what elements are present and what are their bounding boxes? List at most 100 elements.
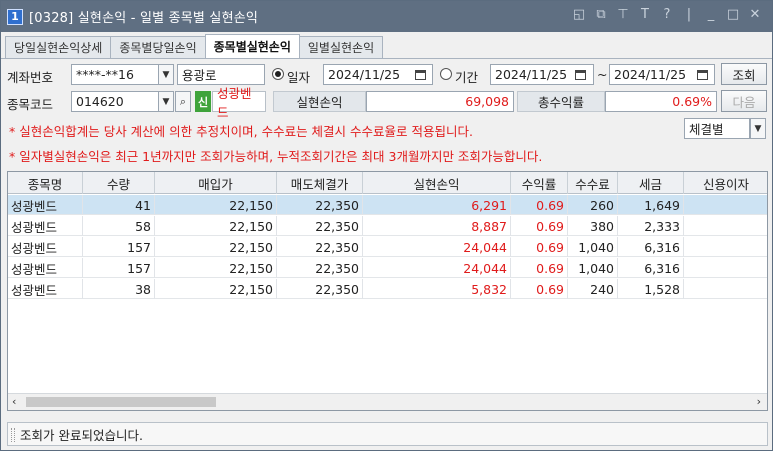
- maximize-icon[interactable]: □: [726, 7, 740, 22]
- cell-credit-interest: [684, 279, 767, 299]
- cell-quantity: 41: [83, 195, 155, 215]
- cell-sell-price: 22,350: [277, 195, 363, 215]
- cell-return-rate: 0.69: [511, 195, 568, 215]
- col-return-rate[interactable]: 수익률: [511, 172, 568, 194]
- radio-period[interactable]: [440, 68, 452, 80]
- cell-return-rate: 0.69: [511, 258, 568, 278]
- stock-search-button[interactable]: ⌕: [175, 91, 191, 112]
- chevron-down-icon: ▼: [162, 69, 170, 80]
- cell-quantity: 157: [83, 258, 155, 278]
- font-icon[interactable]: T: [638, 7, 652, 22]
- note-estimate: * 실현손익합계는 당사 계산에 의한 추정치이며, 수수료는 체결시 수수료율…: [9, 124, 473, 139]
- table-row[interactable]: 성광벤드 58 22,150 22,350 8,887 0.69 380 2,3…: [8, 216, 767, 236]
- radio-period-label: 기간: [455, 70, 479, 85]
- calendar-from-icon[interactable]: [571, 65, 589, 84]
- close-icon[interactable]: ✕: [748, 7, 762, 22]
- cell-stock-name: 성광벤드: [8, 216, 83, 236]
- table-row[interactable]: 성광벤드 41 22,150 22,350 6,291 0.69 260 1,6…: [8, 195, 767, 215]
- cell-return-rate: 0.69: [511, 279, 568, 299]
- cell-return-rate: 0.69: [511, 237, 568, 257]
- cell-stock-name: 성광벤드: [8, 279, 83, 299]
- stock-code-input[interactable]: 014620: [71, 91, 159, 112]
- table-row[interactable]: 성광벤드 157 22,150 22,350 24,044 0.69 1,040…: [8, 237, 767, 257]
- cell-buy-price: 22,150: [155, 279, 277, 299]
- status-bar: 조회가 완료되었습니다.: [7, 422, 768, 446]
- tab-today-by-stock[interactable]: 종목별당일손익: [110, 36, 206, 58]
- cell-realized-pnl: 24,044: [363, 237, 511, 257]
- cell-quantity: 38: [83, 279, 155, 299]
- tab-bar: 당일실현손익상세 종목별당일손익 종목별실현손익 일별실현손익: [5, 34, 384, 58]
- cell-tax: 1,528: [618, 279, 684, 299]
- cell-tax: 6,316: [618, 258, 684, 278]
- col-realized-pnl[interactable]: 실현손익: [363, 172, 511, 194]
- table-row[interactable]: 성광벤드 38 22,150 22,350 5,832 0.69 240 1,5…: [8, 279, 767, 299]
- cell-sell-price: 22,350: [277, 216, 363, 236]
- col-tax[interactable]: 세금: [618, 172, 684, 194]
- col-credit-interest[interactable]: 신용이자: [684, 172, 767, 194]
- pin-icon[interactable]: ⊤: [616, 7, 630, 22]
- search-icon: ⌕: [179, 94, 187, 108]
- window-controls: ◱ ⧉ ⊤ T ? | _ □ ✕: [572, 7, 762, 22]
- cell-credit-interest: [684, 237, 767, 257]
- cell-sell-price: 22,350: [277, 237, 363, 257]
- next-button[interactable]: 다음: [721, 90, 767, 112]
- scroll-left-icon[interactable]: ‹: [12, 395, 16, 408]
- cell-credit-interest: [684, 216, 767, 236]
- separator-icon: |: [686, 7, 692, 22]
- cell-credit-interest: [684, 258, 767, 278]
- tab-daily-realized[interactable]: 일별실현손익: [298, 36, 384, 58]
- calendar-icon[interactable]: [411, 65, 429, 84]
- cell-credit-interest: [684, 195, 767, 215]
- cell-commission: 240: [568, 279, 618, 299]
- title-bar[interactable]: 1 [0328] 실현손익 - 일별 종목별 실현손익 ◱ ⧉ ⊤ T ? | …: [1, 1, 772, 32]
- realized-pnl-table: 종목명 수량 매입가 매도체결가 실현손익 수익률 수수료 세금 신용이자 성광…: [7, 171, 768, 411]
- table-row[interactable]: 성광벤드 157 22,150 22,350 24,044 0.69 1,040…: [8, 258, 767, 278]
- copy-window-icon[interactable]: ⧉: [594, 7, 608, 22]
- tab-today-detail[interactable]: 당일실현손익상세: [5, 36, 112, 58]
- cell-return-rate: 0.69: [511, 216, 568, 236]
- help-icon[interactable]: ?: [660, 7, 674, 22]
- tab-divider: [1, 58, 772, 59]
- col-buy-price[interactable]: 매입가: [155, 172, 277, 194]
- execution-select-dropdown[interactable]: ▼: [750, 118, 766, 139]
- cell-commission: 1,040: [568, 258, 618, 278]
- status-grip-icon: [11, 428, 15, 442]
- stock-code-label: 종목코드: [7, 97, 54, 112]
- cell-stock-name: 성광벤드: [8, 237, 83, 257]
- chevron-down-icon: ▼: [754, 123, 762, 134]
- scroll-thumb[interactable]: [26, 397, 216, 407]
- table-header: 종목명 수량 매입가 매도체결가 실현손익 수익률 수수료 세금 신용이자: [8, 172, 767, 194]
- cell-commission: 1,040: [568, 237, 618, 257]
- total-return-value: 0.69%: [605, 91, 717, 112]
- tab-realized-by-stock[interactable]: 종목별실현손익: [204, 34, 300, 58]
- note-period: * 일자별실현손익은 최근 1년까지만 조회가능하며, 누적조회기간은 최대 3…: [9, 149, 543, 164]
- cell-buy-price: 22,150: [155, 195, 277, 215]
- stock-name-field: 성광벤드: [212, 86, 266, 120]
- cell-tax: 2,333: [618, 216, 684, 236]
- stock-code-dropdown-button[interactable]: ▼: [158, 91, 174, 112]
- query-button[interactable]: 조회: [721, 63, 767, 85]
- col-quantity[interactable]: 수량: [83, 172, 155, 194]
- cell-tax: 6,316: [618, 237, 684, 257]
- radio-date[interactable]: [272, 68, 284, 80]
- minimize-icon[interactable]: _: [704, 7, 718, 22]
- cell-quantity: 157: [83, 237, 155, 257]
- cell-stock-name: 성광벤드: [8, 195, 83, 215]
- cell-realized-pnl: 5,832: [363, 279, 511, 299]
- account-dropdown-button[interactable]: ▼: [158, 64, 174, 85]
- col-commission[interactable]: 수수료: [568, 172, 618, 194]
- window-number-badge[interactable]: 1: [7, 8, 23, 25]
- account-input[interactable]: ****-**16: [71, 64, 159, 85]
- total-return-label: 총수익률: [517, 91, 605, 112]
- col-sell-price[interactable]: 매도체결가: [277, 172, 363, 194]
- col-stock-name[interactable]: 종목명: [8, 172, 83, 194]
- account-label: 계좌번호: [7, 70, 54, 85]
- execution-select[interactable]: 체결별: [684, 118, 750, 139]
- restore-icon[interactable]: ◱: [572, 7, 586, 22]
- scroll-right-icon[interactable]: ›: [757, 395, 761, 408]
- chevron-down-icon: ▼: [162, 96, 170, 107]
- radio-date-label: 일자: [287, 70, 311, 85]
- calendar-to-icon[interactable]: [693, 65, 711, 84]
- horizontal-scrollbar[interactable]: ‹ ›: [8, 393, 767, 410]
- realized-pnl-value: 69,098: [366, 91, 514, 112]
